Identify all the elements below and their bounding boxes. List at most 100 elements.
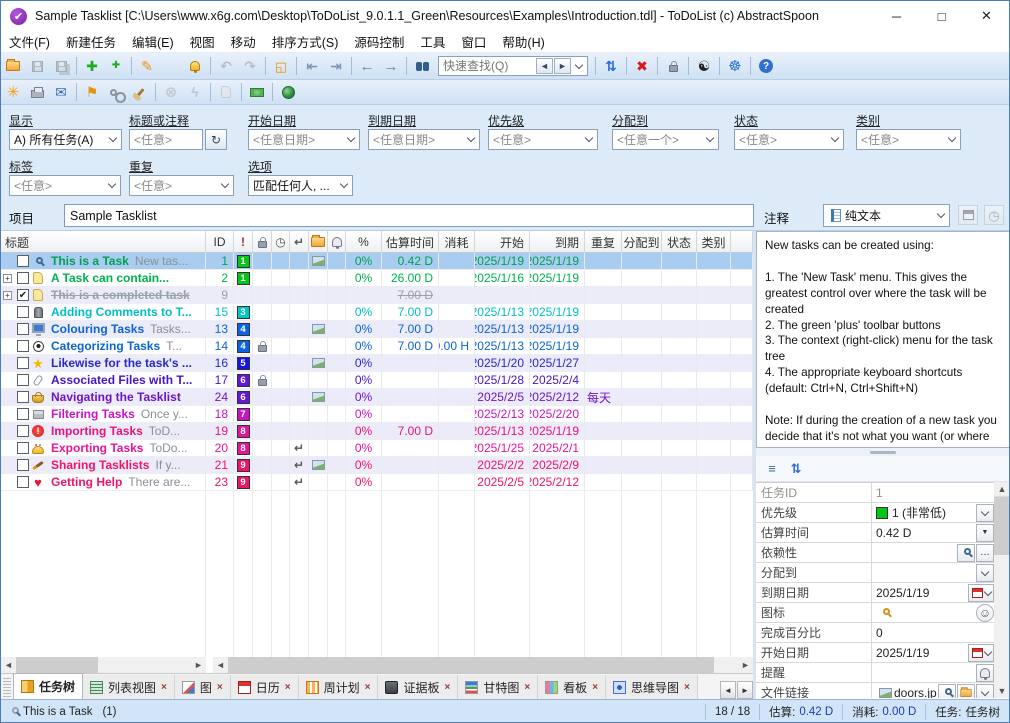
attribute-row-percent[interactable]: 完成百分比0 (756, 623, 994, 643)
filter-select-recurrence[interactable]: <任意> (129, 175, 234, 196)
find-previous-icon[interactable]: ◄ (536, 58, 553, 74)
filter-select-options[interactable]: 匹配任何人, ... (248, 175, 353, 196)
column-header-1[interactable]: ID (206, 231, 234, 253)
task-row[interactable]: Filtering TasksOnce y...1870%2025/2/1320… (1, 406, 753, 423)
tab-scroll-right-icon[interactable]: ► (737, 681, 753, 699)
web-globe-button[interactable] (276, 81, 300, 103)
menu-item-9[interactable]: 帮助(H) (494, 30, 552, 53)
reminder-bell-icon[interactable] (976, 664, 994, 682)
columns-hscrollbar[interactable]: ◄► (213, 657, 753, 673)
browse-magnifier-icon[interactable] (957, 544, 975, 562)
attribute-value[interactable] (872, 563, 994, 582)
tab-chart[interactable]: 图× (175, 675, 231, 699)
tab-evidence-board[interactable]: 证据板× (378, 675, 458, 699)
attribute-value[interactable]: 0.42 D▼ (872, 523, 994, 542)
close-tab-icon[interactable]: × (444, 682, 450, 693)
edit-task-button-icon[interactable] (159, 55, 183, 77)
email-button[interactable]: ✉ (49, 81, 73, 103)
tab-gantt[interactable]: 甘特图× (458, 675, 538, 699)
column-header-lock-column-icon[interactable] (253, 231, 272, 253)
task-checkbox[interactable] (17, 391, 29, 403)
print-button[interactable] (25, 81, 49, 103)
task-checkbox[interactable] (17, 408, 29, 420)
task-checkbox[interactable] (17, 306, 29, 318)
quick-find-box[interactable]: ◄► (438, 56, 588, 76)
filter-select-priority[interactable]: <任意> (488, 129, 598, 150)
attribute-value[interactable]: 0 (872, 623, 994, 642)
filter-select-tag[interactable]: <任意> (9, 175, 121, 196)
filter-select-due-date[interactable]: <任意日期> (368, 129, 480, 150)
column-header-16[interactable]: 类别 (697, 231, 731, 253)
column-header-13[interactable]: 重复 (585, 231, 622, 253)
expand-icon[interactable]: + (3, 291, 12, 300)
attribute-row-icon[interactable]: 图标☺ (756, 603, 994, 623)
undo-button[interactable]: ↶ (214, 55, 238, 77)
menu-item-1[interactable]: 新建任务 (58, 30, 124, 53)
move-task-right-button[interactable]: ⇥ (324, 55, 348, 77)
column-header-reminder-column-icon[interactable] (328, 231, 346, 253)
menu-item-7[interactable]: 工具 (412, 30, 453, 53)
custom-tool-asterisk-button[interactable]: ✳ (1, 81, 25, 103)
column-header-8[interactable]: % (346, 231, 382, 253)
filter-select-status[interactable]: <任意> (734, 129, 844, 150)
set-reminder-button[interactable] (183, 55, 207, 77)
tab-mind-map[interactable]: 思维导图× (606, 675, 698, 699)
attribute-value[interactable]: … (872, 543, 994, 562)
attribute-value[interactable]: 1 (非常低) (872, 503, 994, 522)
minimize-button[interactable]: ─ (874, 2, 919, 31)
attribute-row-reminder[interactable]: 提醒 (756, 663, 994, 683)
attributes-vscrollbar[interactable]: ▲ ▼ (994, 482, 1010, 698)
next-task-button[interactable]: → (379, 55, 403, 77)
task-checkbox[interactable] (17, 323, 29, 335)
menu-item-4[interactable]: 移动 (223, 30, 264, 53)
column-header-file-link-column-icon[interactable] (309, 231, 328, 253)
task-row[interactable]: Associated Files with T...1760%2025/1/28… (1, 372, 753, 389)
tab-list-view[interactable]: 列表视图× (83, 675, 175, 699)
project-title-input[interactable] (64, 204, 754, 227)
attribute-layout-icon[interactable]: ≡ (760, 458, 784, 480)
task-checkbox[interactable] (17, 459, 29, 471)
sort-tasks-button[interactable]: ⇅ (599, 55, 623, 77)
close-tab-icon[interactable]: × (684, 682, 690, 693)
comments-date-button[interactable] (958, 205, 978, 225)
menu-item-8[interactable]: 窗口 (453, 30, 494, 53)
calendar-icon[interactable] (968, 644, 994, 662)
close-button[interactable]: ✕ (964, 2, 1009, 31)
column-header-time-column-icon[interactable]: ◷ (272, 231, 290, 253)
close-tab-icon[interactable]: × (285, 682, 291, 693)
help-button[interactable]: ? (754, 55, 778, 77)
tab-scroll-left-icon[interactable]: ◄ (720, 681, 736, 699)
attribute-value[interactable]: doors.jpg (872, 683, 994, 698)
attribute-value[interactable]: 2025/1/19 (872, 583, 994, 602)
chevron-down-icon[interactable] (976, 564, 994, 582)
menu-item-0[interactable]: 文件(F) (1, 30, 58, 53)
column-header-12[interactable]: 到期 (530, 231, 585, 253)
column-header-10[interactable]: 消耗 (439, 231, 475, 253)
task-checkbox[interactable] (17, 340, 29, 352)
quick-find-input[interactable] (439, 59, 536, 73)
close-tab-icon[interactable]: × (365, 682, 371, 693)
previous-task-button[interactable]: ← (355, 55, 379, 77)
filter-select-title-or-comment[interactable]: <任意> (129, 129, 203, 150)
chevron-down-icon[interactable] (976, 684, 994, 699)
comments-time-button[interactable]: ◷ (984, 205, 1004, 225)
password-lock-button[interactable] (661, 55, 685, 77)
filter-refresh-icon[interactable]: ↻ (205, 129, 227, 150)
task-row[interactable]: Adding Comments to T...1530%7.00 D2025/1… (1, 304, 753, 321)
close-tab-icon[interactable]: × (524, 682, 530, 693)
menu-item-2[interactable]: 编辑(E) (124, 30, 182, 53)
menu-item-5[interactable]: 排序方式(S) (264, 30, 347, 53)
attribute-row-duedate[interactable]: 到期日期2025/1/19 (756, 583, 994, 603)
task-row[interactable]: Categorizing TasksT...1440%7.00 D0.00 H2… (1, 338, 753, 355)
chevron-down-icon[interactable] (575, 60, 583, 68)
comments-format-select[interactable]: 纯文本 (823, 204, 950, 227)
task-row[interactable]: !Importing TasksToD...1980%7.00 D2025/1/… (1, 423, 753, 440)
task-row[interactable]: ♥Getting HelpThere are...239↵0%2025/2/52… (1, 474, 753, 491)
tree-hscrollbar[interactable]: ◄► (1, 657, 206, 673)
attribute-row-dependency[interactable]: 依赖性… (756, 543, 994, 563)
attribute-row-assignto[interactable]: 分配到 (756, 563, 994, 583)
task-row[interactable]: ★Likewise for the task's ...1650%2025/1/… (1, 355, 753, 372)
script-scroll-button[interactable] (214, 81, 238, 103)
tab-kanban[interactable]: 看板× (538, 675, 606, 699)
attribute-row-estimate[interactable]: 估算时间0.42 D▼ (756, 523, 994, 543)
